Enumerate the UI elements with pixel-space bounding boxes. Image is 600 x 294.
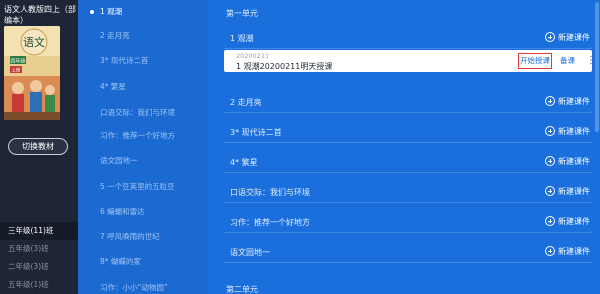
- new-courseware-label: 新建课件: [558, 186, 590, 196]
- lesson-row-label: 1 观潮: [230, 34, 254, 43]
- nav-item-writing-2[interactable]: 习作：小小“动物园”: [78, 278, 208, 294]
- new-courseware-label: 新建课件: [558, 246, 590, 256]
- lesson-row: 语文园地一 新建课件: [224, 241, 592, 263]
- unit-title: 第一单元: [226, 9, 258, 18]
- lesson-row-label: 4* 繁星: [230, 158, 258, 167]
- nav-item-oral[interactable]: 口语交际：我们与环境: [78, 103, 208, 123]
- lesson-row: 2 走月亮 新建课件: [224, 91, 592, 113]
- scrollbar-thumb[interactable]: [595, 2, 599, 132]
- nav-item-label: 8* 蝴蝶的家: [100, 257, 141, 266]
- class-item[interactable]: 二年级(3)班: [0, 258, 78, 276]
- new-courseware-button[interactable]: 新建课件: [545, 184, 590, 198]
- plus-circle-icon: [545, 216, 555, 226]
- plus-circle-icon: [545, 246, 555, 256]
- nav-item-label: 5 一个豆荚里的五粒豆: [100, 182, 175, 191]
- new-courseware-button[interactable]: 新建课件: [545, 94, 590, 108]
- new-courseware-label: 新建课件: [558, 96, 590, 106]
- cover-title: 语文: [23, 35, 45, 49]
- nav-item-label: 习作：推荐一个好地方: [100, 131, 175, 140]
- lesson-row-label: 2 走月亮: [230, 98, 262, 107]
- lesson-nav: 1 观潮 2 走月亮 3* 现代诗二首 4* 繁星 口语交际：我们与环境 习作：…: [78, 0, 208, 294]
- lesson-row-label: 习作：推荐一个好地方: [230, 218, 310, 227]
- new-courseware-label: 新建课件: [558, 126, 590, 136]
- lesson-row: 3* 现代诗二首 新建课件: [224, 121, 592, 143]
- nav-item-label: 2 走月亮: [100, 31, 130, 40]
- new-courseware-button[interactable]: 新建课件: [545, 124, 590, 138]
- plus-circle-icon: [545, 96, 555, 106]
- nav-item-label: 4* 繁星: [100, 82, 126, 91]
- nav-item-label: 口语交际：我们与环境: [100, 108, 175, 117]
- new-courseware-button[interactable]: 新建课件: [545, 214, 590, 228]
- nav-item-lesson-6[interactable]: 6 蝙蝠和雷达: [78, 202, 208, 222]
- textbook-cover[interactable]: 语文 四年级 上册: [4, 26, 60, 120]
- class-item[interactable]: 五年级(3)班: [0, 240, 78, 258]
- nav-item-lesson-1[interactable]: 1 观潮: [78, 2, 208, 22]
- new-courseware-label: 新建课件: [558, 216, 590, 226]
- nav-item-lesson-8[interactable]: 8* 蝴蝶的家: [78, 252, 208, 272]
- nav-item-label: 语文园地一: [100, 156, 138, 165]
- new-courseware-label: 新建课件: [558, 32, 590, 42]
- nav-item-lesson-4[interactable]: 4* 繁星: [78, 77, 208, 97]
- scrollbar[interactable]: [594, 0, 600, 294]
- class-list: 三年级(11)班 五年级(3)班 二年级(3)班 五年级(1)班: [0, 222, 78, 294]
- class-item[interactable]: 三年级(11)班: [0, 222, 78, 240]
- nav-item-label: 6 蝙蝠和雷达: [100, 207, 145, 216]
- nav-item-lesson-3[interactable]: 3* 现代诗二首: [78, 51, 208, 71]
- unit-title: 第二单元: [226, 285, 258, 294]
- nav-item-lesson-5[interactable]: 5 一个豆荚里的五粒豆: [78, 177, 208, 197]
- lesson-row: 4* 繁星 新建课件: [224, 151, 592, 173]
- plus-circle-icon: [545, 186, 555, 196]
- start-teaching-button[interactable]: 开始授课: [518, 53, 552, 69]
- switch-textbook-button[interactable]: 切换教材: [8, 138, 68, 155]
- nav-item-lesson-2[interactable]: 2 走月亮: [78, 26, 208, 46]
- active-dot-icon: [90, 10, 94, 14]
- lesson-row-label: 语文园地一: [230, 248, 270, 257]
- lesson-row: 口语交际：我们与环境 新建课件: [224, 181, 592, 203]
- class-item[interactable]: 五年级(1)班: [0, 276, 78, 294]
- new-courseware-button[interactable]: 新建课件: [545, 244, 590, 258]
- new-courseware-button[interactable]: 新建课件: [545, 154, 590, 168]
- nav-item-label: 习作：小小“动物园”: [100, 283, 168, 292]
- lesson-row-label: 口语交际：我们与环境: [230, 188, 310, 197]
- courseware-card[interactable]: 20200211 1 观潮20200211明天授课 开始授课 备课 ⋮: [224, 50, 596, 72]
- lesson-row: 1 观潮 新建课件: [224, 27, 592, 49]
- nav-item-label: 3* 现代诗二首: [100, 56, 149, 65]
- cover-volume: 上册: [12, 67, 21, 74]
- new-courseware-label: 新建课件: [558, 156, 590, 166]
- new-courseware-button[interactable]: 新建课件: [545, 30, 590, 44]
- nav-item-lesson-7[interactable]: 7 呼风唤雨的世纪: [78, 227, 208, 247]
- more-vertical-icon[interactable]: ⋮: [586, 54, 596, 68]
- textbook-title: 语文人教版四上（部编本）: [4, 5, 76, 25]
- plus-circle-icon: [545, 32, 555, 42]
- textbook-panel: 语文人教版四上（部编本） 语文 四年级 上册 切换教材 三年级(11)班 五年级…: [0, 0, 78, 294]
- plus-circle-icon: [545, 156, 555, 166]
- courseware-panel: 第一单元 1 观潮 新建课件 20200211 1 观潮20200211明天授课…: [208, 0, 600, 294]
- nav-item-writing[interactable]: 习作：推荐一个好地方: [78, 126, 208, 146]
- courseware-name: 1 观潮20200211明天授课: [236, 62, 333, 71]
- lesson-row-label: 3* 现代诗二首: [230, 128, 282, 137]
- cover-grade: 四年级: [10, 58, 25, 65]
- prepare-lesson-button[interactable]: 备课: [560, 54, 575, 68]
- nav-item-label: 1 观潮: [100, 7, 123, 16]
- courseware-date: 20200211: [236, 52, 270, 60]
- lesson-row: 习作：推荐一个好地方 新建课件: [224, 211, 592, 233]
- nav-item-label: 7 呼风唤雨的世纪: [100, 232, 160, 241]
- nav-item-garden[interactable]: 语文园地一: [78, 151, 208, 171]
- plus-circle-icon: [545, 126, 555, 136]
